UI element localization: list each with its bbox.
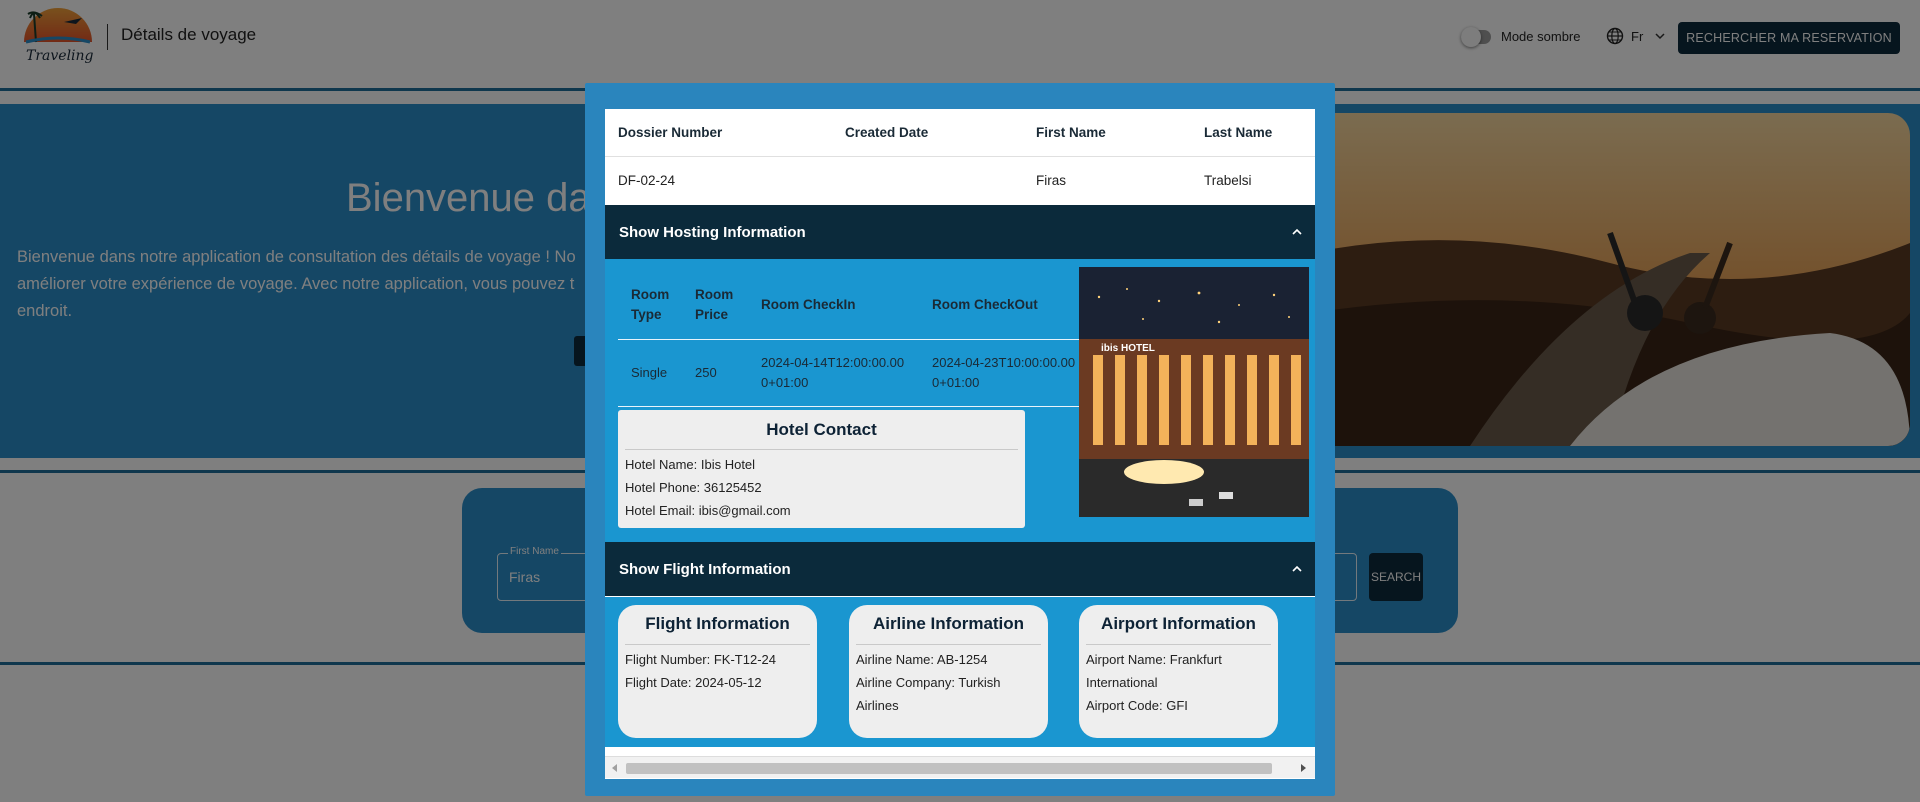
- flight-info-card: Flight Information Flight Number: FK-T12…: [618, 605, 817, 738]
- page: Traveling Détails de voyage Mode sombre …: [0, 0, 1920, 802]
- table-row: DF-02-24 Firas Trabelsi: [605, 156, 1315, 204]
- cell-room-price: 250: [682, 339, 748, 407]
- hotel-phone: Hotel Phone: 36125452: [625, 480, 762, 495]
- airport-info-card: Airport Information Airport Name: Frankf…: [1079, 605, 1278, 738]
- table-row: Single 250 2024-04-14T12:00:00.000+01:00…: [618, 339, 1079, 407]
- dossier-table: Dossier Number Created Date First Name L…: [605, 109, 1315, 204]
- scroll-left-icon[interactable]: [611, 764, 619, 772]
- chevron-up-icon[interactable]: [1291, 563, 1303, 575]
- scrollbar-thumb[interactable]: [626, 763, 1272, 774]
- col-dossier-number: Dossier Number: [605, 109, 832, 157]
- col-room-price: Room Price: [682, 272, 748, 340]
- airport-code: Airport Code: GFI: [1086, 698, 1188, 713]
- reservation-details: Dossier Number Created Date First Name L…: [605, 109, 1315, 779]
- flight-accordion-header[interactable]: Show Flight Information: [605, 542, 1315, 596]
- table-header-row: Room Type Room Price Room CheckIn Room C…: [618, 272, 1079, 340]
- cell-room-checkin: 2024-04-14T12:00:00.000+01:00: [748, 339, 919, 407]
- chevron-up-icon[interactable]: [1291, 226, 1303, 238]
- flight-panel: Flight Information Flight Number: FK-T12…: [605, 597, 1315, 747]
- svg-text:ibis HOTEL: ibis HOTEL: [1101, 343, 1155, 354]
- hotel-contact-card: Hotel Contact Hotel Name: Ibis Hotel Hot…: [618, 410, 1025, 528]
- flight-number: Flight Number: FK-T12-24: [625, 652, 776, 667]
- col-room-checkout: Room CheckOut: [919, 272, 1079, 340]
- hotel-name: Hotel Name: Ibis Hotel: [625, 457, 756, 472]
- col-created-date: Created Date: [832, 109, 1023, 157]
- cell-created-date: [832, 156, 1023, 204]
- hotel-email: Hotel Email: ibis@gmail.com: [625, 503, 791, 518]
- cell-first-name: Firas: [1036, 172, 1066, 188]
- hotel-image: ibis HOTEL: [1079, 267, 1309, 517]
- hosting-accordion-header[interactable]: Show Hosting Information: [605, 205, 1315, 259]
- cell-last-name: Trabelsi: [1204, 172, 1252, 188]
- flight-accordion-label: Show Flight Information: [619, 560, 791, 578]
- airline-company-cont: Airlines: [856, 698, 899, 713]
- table-header-row: Dossier Number Created Date First Name L…: [605, 109, 1315, 157]
- room-table: Room Type Room Price Room CheckIn Room C…: [618, 272, 1079, 407]
- airport-name: Airport Name: Frankfurt: [1086, 652, 1222, 667]
- cell-room-type: Single: [618, 339, 682, 407]
- airport-name-cont: International: [1086, 675, 1158, 690]
- airline-name: Airline Name: AB-1254: [856, 652, 988, 667]
- col-room-type: Room Type: [618, 272, 682, 340]
- hosting-accordion-label: Show Hosting Information: [619, 223, 806, 241]
- col-last-name: Last Name: [1191, 109, 1315, 157]
- col-room-checkin: Room CheckIn: [748, 272, 919, 340]
- horizontal-scrollbar[interactable]: [605, 756, 1315, 778]
- airline-company: Airline Company: Turkish: [856, 675, 1001, 690]
- cell-dossier-number: DF-02-24: [618, 172, 676, 188]
- hotel-contact-title: Hotel Contact: [625, 410, 1018, 450]
- airport-info-title: Airport Information: [1086, 605, 1271, 645]
- cell-room-checkout: 2024-04-23T10:00:00.000+01:00: [919, 339, 1079, 407]
- scroll-right-icon[interactable]: [1299, 764, 1307, 772]
- airline-info-title: Airline Information: [856, 605, 1041, 645]
- flight-info-title: Flight Information: [625, 605, 810, 645]
- col-first-name: First Name: [1023, 109, 1191, 157]
- airline-info-card: Airline Information Airline Name: AB-125…: [849, 605, 1048, 738]
- flight-date: Flight Date: 2024-05-12: [625, 675, 762, 690]
